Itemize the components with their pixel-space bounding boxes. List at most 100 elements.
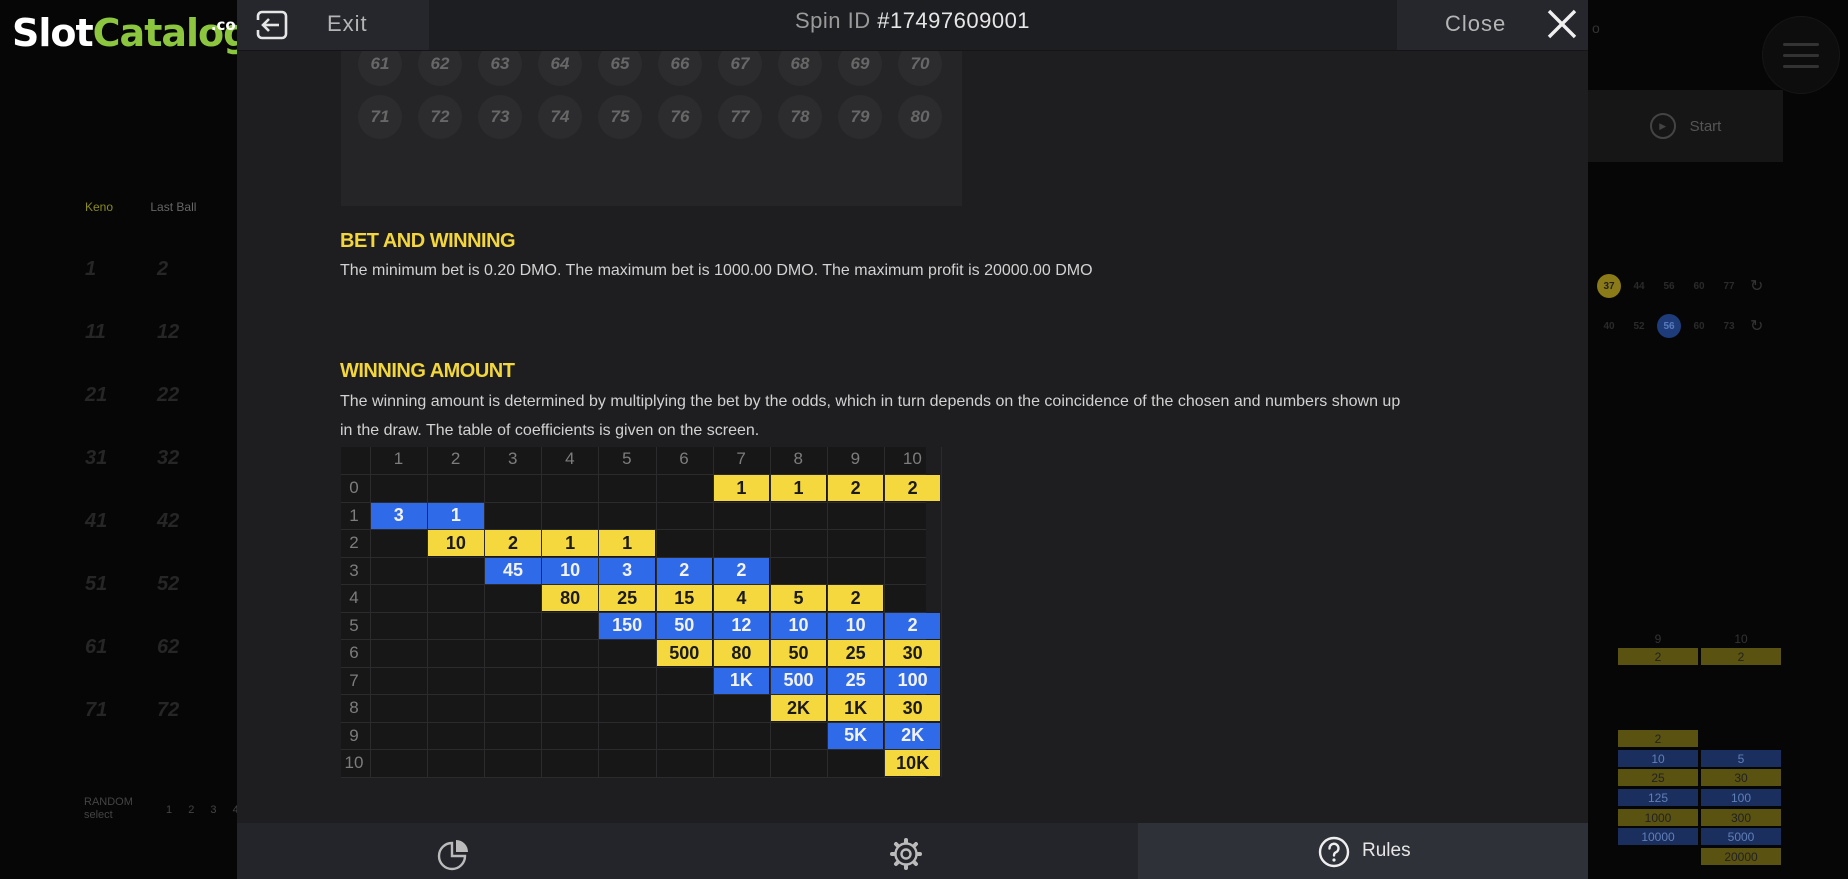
coefficient-cell: 25 xyxy=(599,585,655,611)
bg-paytable-cell: 10000 xyxy=(1618,828,1698,845)
coefficient-cell: 2 xyxy=(713,557,770,584)
bg-random-select: RANDOM select xyxy=(84,796,133,822)
bg-paytable-cell: 125 xyxy=(1618,789,1698,806)
bg-number: 32 xyxy=(157,447,180,469)
column-header: 5 xyxy=(622,449,632,468)
bg-number: 21 xyxy=(85,384,108,406)
keno-number-ball: 75 xyxy=(598,95,642,139)
coefficient-cell: 500 xyxy=(770,667,827,694)
refresh-icon: ↻ xyxy=(1750,278,1764,295)
bg-paytable-header: 10 xyxy=(1734,631,1748,646)
bg-paytable-cell: 2 xyxy=(1701,648,1781,665)
bg-paytable-cell: 2 xyxy=(1618,648,1698,665)
coefficient-cell: 12 xyxy=(713,612,770,639)
column-header: 10 xyxy=(902,449,922,468)
bg-paytable-cell: 1000 xyxy=(1618,809,1698,826)
coefficient-cell: 2K xyxy=(770,695,827,721)
row-header: 8 xyxy=(349,698,359,717)
row-header: 5 xyxy=(349,615,359,635)
modal-header: Exit Spin ID #17497609001 Close xyxy=(237,0,1588,51)
coefficient-cell: 30 xyxy=(884,695,941,721)
row-header: 1 xyxy=(349,505,359,525)
rules-content[interactable]: 61 62 63 64 65 66 67 68 69 70 71 72 73 74 75 76 77 78 79 80… xyxy=(237,51,1588,823)
row-header: 9 xyxy=(349,725,359,745)
bg-paytable-cell: 100 xyxy=(1701,789,1781,806)
coefficient-cell: 100 xyxy=(884,667,941,694)
row-header: 7 xyxy=(349,670,359,690)
row-header: 3 xyxy=(349,560,359,580)
spin-id-label: Spin ID xyxy=(794,8,871,33)
coefficient-cell: 1 xyxy=(428,502,484,529)
row-header: 10 xyxy=(344,753,364,772)
row-header: 6 xyxy=(349,643,359,662)
bg-random-label: RANDOM xyxy=(84,796,133,808)
coefficient-cell: 2 xyxy=(827,585,884,611)
row-header: 2 xyxy=(349,533,359,552)
row-header: 0 xyxy=(349,478,359,497)
keno-number-ball: 79 xyxy=(838,95,882,139)
bg-paytable-cell: 10 xyxy=(1618,750,1698,767)
close-label: Close xyxy=(1445,11,1507,36)
coefficient-cell: 3 xyxy=(599,557,655,584)
coefficient-cell: 10 xyxy=(770,612,827,639)
bg-number: 41 xyxy=(85,510,108,532)
column-header: 7 xyxy=(736,449,746,468)
stats-pie-icon[interactable] xyxy=(437,837,471,871)
coefficient-cell: 2 xyxy=(656,557,713,584)
close-button[interactable]: Close xyxy=(1397,0,1588,50)
keno-number-ball: 76 xyxy=(658,95,702,139)
coefficient-cell: 25 xyxy=(827,640,884,666)
winning-amount-text-line2: in the draw. The table of coefficients i… xyxy=(340,422,760,439)
column-header: 2 xyxy=(450,449,461,468)
coefficient-cell: 150 xyxy=(599,612,655,639)
bg-start-label: Start xyxy=(1689,117,1722,135)
column-header: 1 xyxy=(393,449,404,468)
coefficient-cell: 1 xyxy=(542,530,598,556)
bet-and-winning-title: BET AND WINNING xyxy=(340,230,516,252)
keno-number-ball: 78 xyxy=(778,95,822,139)
coefficient-cell: 1K xyxy=(713,667,770,694)
bg-paytable-cell: 2 xyxy=(1618,730,1698,747)
bg-number: 1 xyxy=(85,258,97,280)
spin-details-modal: Exit Spin ID #17497609001 Close 61 62 63 64… xyxy=(237,0,1588,879)
bg-history-ball: 44 xyxy=(1633,280,1645,292)
rules-label: Rules xyxy=(1362,840,1411,861)
bg-tab-keno: Keno xyxy=(85,200,114,214)
bg-history-ball: 37 xyxy=(1597,274,1621,298)
keno-number-ball: 73 xyxy=(478,95,522,139)
bg-paytable-cell: 30 xyxy=(1701,769,1781,786)
bg-ghost-text: o xyxy=(1592,20,1600,36)
coefficient-cell: 80 xyxy=(542,585,598,611)
help-circle-icon xyxy=(1318,836,1350,868)
coefficient-table: 1 2 3 4 5 6 7 8 9 10 0 1 2 3 4 5 6 7 8 9 10 1 1 2 2 3 1 10 2 1 1 45 10 3 2… xyxy=(341,447,942,778)
coefficient-cell: 10 xyxy=(827,612,884,639)
bg-number: 61 xyxy=(85,636,108,658)
bg-history-ball: 77 xyxy=(1723,280,1735,292)
bg-paytable-cell: 300 xyxy=(1701,809,1781,826)
column-header: 4 xyxy=(565,449,575,468)
coefficient-cell: 1 xyxy=(770,475,827,501)
bg-start-button: ▶ Start xyxy=(1588,90,1783,162)
keno-number-ball: 77 xyxy=(718,95,762,139)
bg-number: 12 xyxy=(157,321,180,343)
keno-number-ball: 67 xyxy=(718,51,762,86)
keno-number-ball: 72 xyxy=(418,95,462,139)
rules-tab[interactable]: Rules xyxy=(1138,823,1588,879)
spin-id: Spin ID #17497609001 xyxy=(237,8,1588,34)
coefficient-cell: 45 xyxy=(485,557,541,584)
bg-number: 62 xyxy=(157,636,180,658)
coefficient-cell: 500 xyxy=(656,640,713,666)
gear-icon[interactable] xyxy=(889,837,923,871)
bg-random-sub: select xyxy=(84,809,113,821)
winning-amount-title: WINNING AMOUNT xyxy=(340,360,515,382)
bg-random-number: 2 xyxy=(188,804,195,816)
slotcatalog-logo: SlotCatalog .com xyxy=(12,8,251,58)
keno-number-ball: 62 xyxy=(418,51,462,86)
keno-number-ball: 74 xyxy=(538,95,582,139)
coefficient-cell: 1 xyxy=(599,530,655,556)
coefficient-cell: 2K xyxy=(884,722,941,749)
bg-number: 42 xyxy=(157,510,180,532)
keno-number-ball: 65 xyxy=(598,51,642,86)
bg-paytable-cell: 5000 xyxy=(1701,828,1781,845)
bg-history-ball: 73 xyxy=(1723,320,1735,332)
